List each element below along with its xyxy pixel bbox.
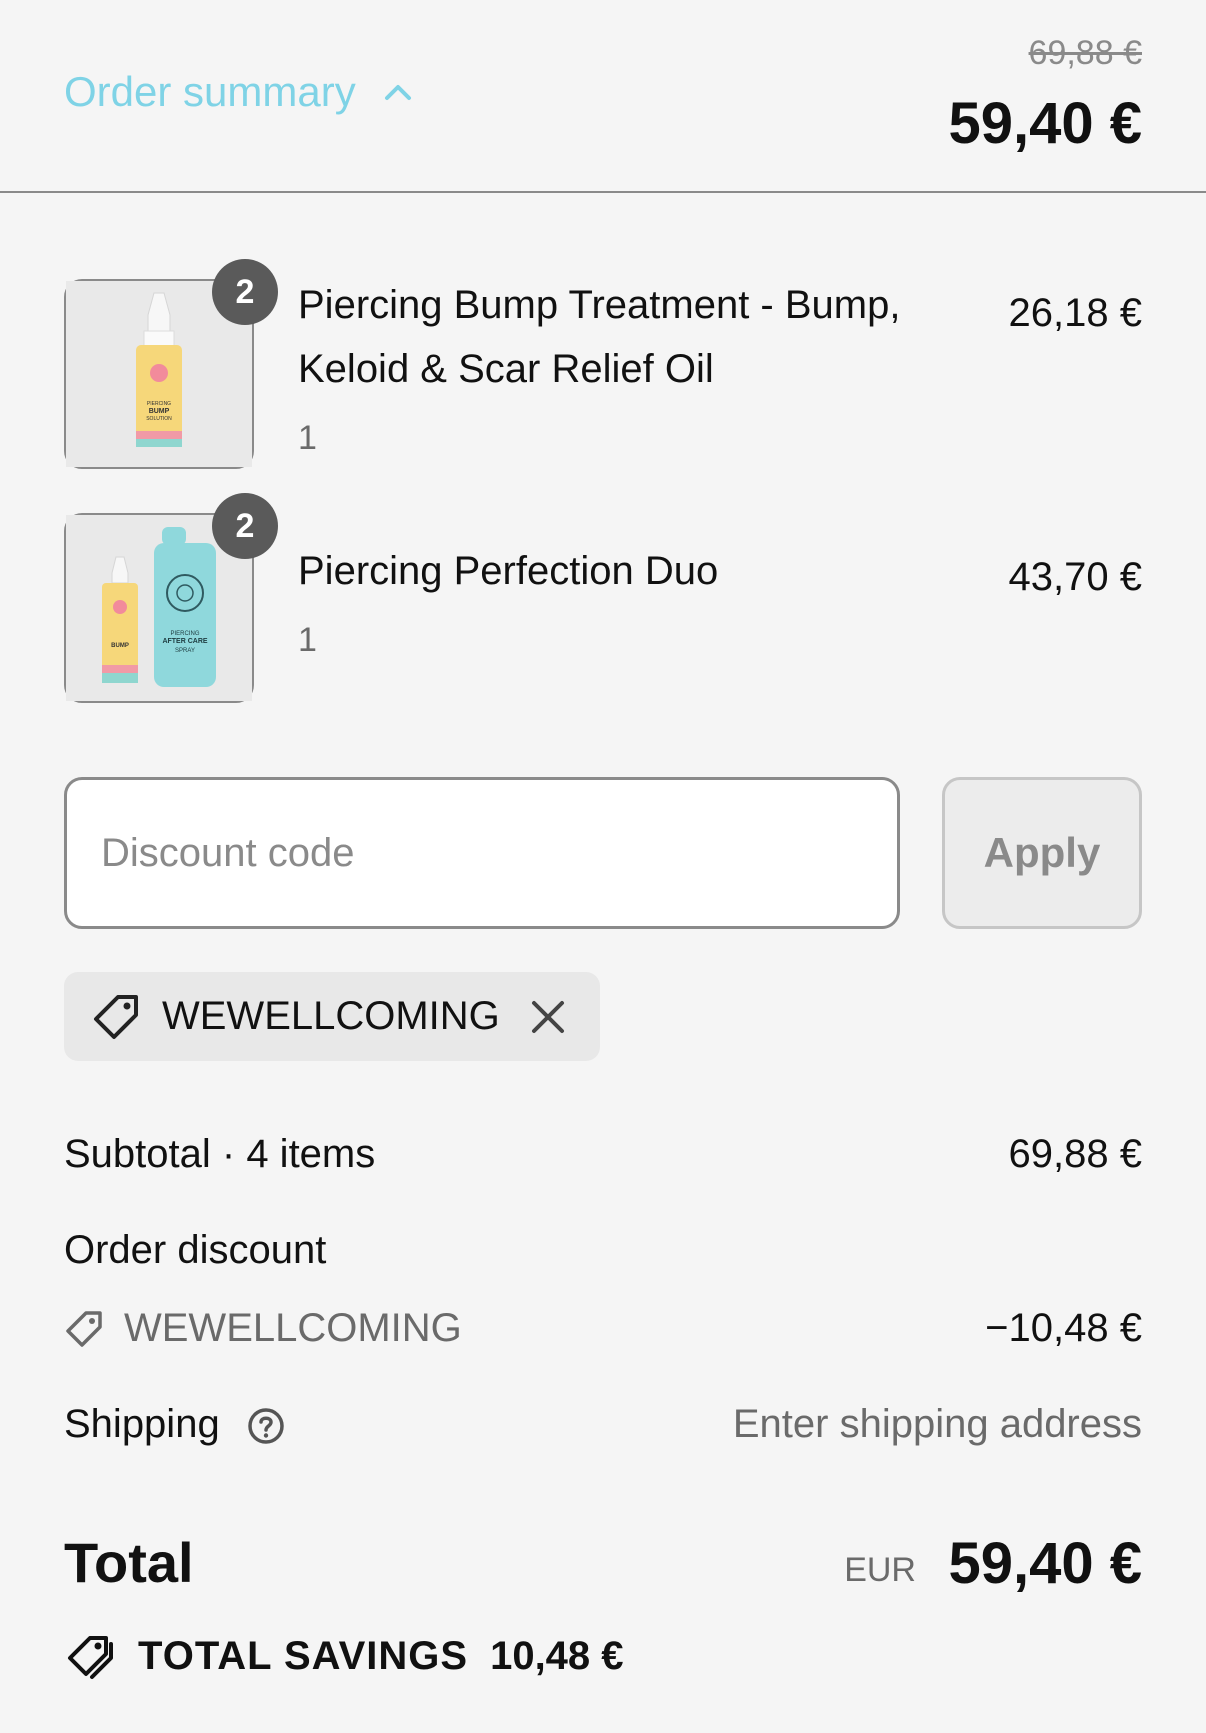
line-item: BUMP PIERCING SOLUTION 2 Piercing Bump T…	[64, 259, 1142, 469]
product-thumbnail: BUMP AFTER CARE PIERCING SPRAY 2	[64, 493, 278, 703]
line-item-price: 43,70 €	[1008, 555, 1142, 599]
total-value: 59,40 €	[948, 1531, 1142, 1596]
svg-text:AFTER CARE: AFTER CARE	[162, 638, 207, 645]
line-item-quantity: 1	[298, 621, 317, 659]
order-discount-value: −10,48 €	[985, 1306, 1142, 1350]
apply-discount-button[interactable]: Apply	[942, 777, 1142, 929]
discount-code-input[interactable]	[64, 777, 900, 929]
tag-icon	[66, 1310, 102, 1347]
order-summary-header: Order summary 69,88 € 59,40 €	[0, 0, 1206, 193]
total-savings: TOTAL SAVINGS 10,48 €	[64, 1630, 624, 1682]
total-savings-value: 10,48 €	[490, 1633, 624, 1678]
shipping-row: Shipping	[64, 1402, 285, 1447]
line-item-quantity: 1	[298, 419, 317, 457]
chevron-up-icon	[384, 85, 411, 100]
order-discount-code-line: WEWELLCOMING	[64, 1306, 462, 1351]
product-thumbnail: BUMP PIERCING SOLUTION 2	[64, 259, 278, 469]
order-discount-label: Order discount	[64, 1228, 327, 1272]
order-summary-toggle[interactable]: Order summary	[64, 68, 412, 116]
total-label: Total	[64, 1531, 194, 1594]
tags-icon	[68, 1636, 113, 1679]
subtotal-label: Subtotal · 4 items	[64, 1132, 376, 1176]
line-item: BUMP AFTER CARE PIERCING SPRAY 2 Piercin…	[64, 493, 1142, 703]
applied-discount-chip: WEWELLCOMING	[64, 972, 600, 1061]
subtotal-value: 69,88 €	[1008, 1132, 1142, 1176]
currency-code: EUR	[844, 1551, 916, 1589]
shipping-value: Enter shipping address	[732, 1402, 1142, 1446]
svg-text:SOLUTION: SOLUTION	[146, 416, 172, 422]
order-discount-code: WEWELLCOMING	[124, 1306, 462, 1350]
help-icon[interactable]	[247, 1407, 285, 1445]
tag-icon	[94, 994, 138, 1039]
svg-text:BUMP: BUMP	[149, 408, 170, 415]
line-item-title: Piercing Perfection Duo	[298, 549, 719, 593]
total-savings-label: TOTAL SAVINGS	[138, 1633, 469, 1678]
svg-text:PIERCING: PIERCING	[170, 631, 199, 637]
applied-discount-code: WEWELLCOMING	[162, 994, 500, 1038]
close-icon[interactable]	[530, 999, 566, 1035]
svg-text:PIERCING: PIERCING	[147, 401, 171, 407]
svg-text:SPRAY: SPRAY	[175, 648, 195, 654]
line-item-title: Piercing Bump Treatment - Bump, Keloid &…	[298, 283, 901, 391]
svg-text:BUMP: BUMP	[111, 643, 129, 649]
order-summary-label: Order summary	[64, 68, 356, 115]
quantity-badge: 2	[212, 259, 278, 325]
line-item-price: 26,18 €	[1008, 291, 1142, 335]
quantity-badge: 2	[212, 493, 278, 559]
shipping-label: Shipping	[64, 1402, 220, 1446]
compare-at-total: 69,88 €	[1028, 34, 1142, 72]
header-total-price: 59,40 €	[948, 91, 1142, 156]
